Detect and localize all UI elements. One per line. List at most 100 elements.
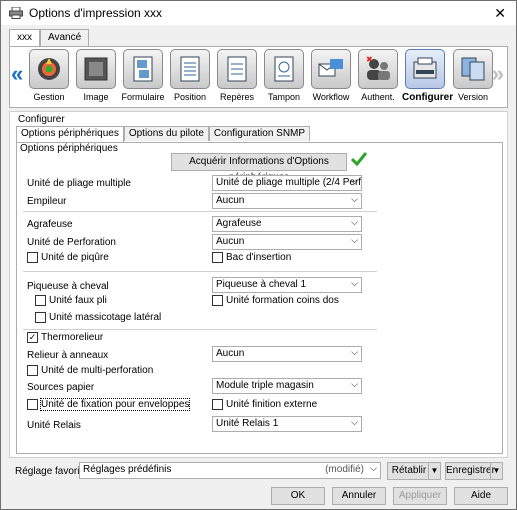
- agrafeuse-label: Agrafeuse: [27, 219, 73, 230]
- chevron-down-icon: ⌵: [351, 217, 358, 227]
- chevron-down-icon: ⌵: [351, 235, 358, 245]
- sub-tabs: Options périphériques Options du pilote …: [16, 126, 311, 142]
- modified-indicator: (modifié): [325, 464, 364, 475]
- scroll-left-icon[interactable]: «: [11, 61, 23, 87]
- aide-button[interactable]: Aide: [454, 487, 508, 505]
- scroll-right-icon[interactable]: »: [492, 61, 504, 87]
- perforation-label: Unité de Perforation: [27, 237, 116, 248]
- ribbon-item-authent[interactable]: ✖ Authent.: [355, 49, 401, 102]
- top-tabs: xxx Avancé: [9, 29, 90, 48]
- dropdown-arrow-icon[interactable]: ▼: [490, 463, 502, 479]
- checkbox-box: [212, 295, 223, 306]
- favorite-label: Réglage favori: [15, 466, 80, 477]
- agrafeuse-value: Agrafeuse: [216, 218, 262, 229]
- users-icon: ✖: [358, 49, 398, 89]
- ribbon-item-tampon[interactable]: Tampon: [261, 49, 307, 102]
- printer-config-icon: [405, 49, 445, 89]
- retablir-button[interactable]: Rétablir ▼: [387, 462, 441, 480]
- piqure-label: Unité de piqûre: [41, 252, 109, 263]
- agrafeuse-select[interactable]: Agrafeuse ⌵: [212, 216, 362, 232]
- version-icon: [453, 49, 493, 89]
- relieur-select[interactable]: Aucun ⌵: [212, 346, 362, 362]
- favorite-select[interactable]: Réglages prédéfinis (modifié) ⌵: [79, 462, 381, 479]
- finition-checkbox[interactable]: Unité finition externe: [212, 399, 317, 410]
- piqueuse-label: Piqueuse à cheval: [27, 281, 109, 292]
- pliage-value: Unité de pliage multiple (2/4 Perforati: [216, 177, 362, 188]
- divider: [23, 211, 377, 212]
- massicotage-checkbox[interactable]: Unité massicotage latéral: [35, 312, 161, 323]
- sources-label: Sources papier: [27, 382, 95, 393]
- multi-perf-checkbox[interactable]: Unité de multi-perforation: [27, 365, 153, 376]
- pliage-select[interactable]: Unité de pliage multiple (2/4 Perforati⌵: [212, 175, 362, 191]
- divider: [23, 271, 377, 272]
- svg-text:✖: ✖: [366, 55, 373, 64]
- ribbon-item-configurer[interactable]: Configurer: [402, 49, 454, 103]
- coins-dos-checkbox[interactable]: Unité formation coins dos: [212, 295, 339, 306]
- fixation-checkbox[interactable]: Unité de fixation pour enveloppes: [27, 398, 191, 411]
- bac-insertion-checkbox[interactable]: Bac d'insertion: [212, 252, 291, 263]
- ribbon-label: Configurer: [402, 92, 454, 103]
- ribbon-label: Version: [457, 92, 489, 102]
- piqueuse-value: Piqueuse à cheval 1: [216, 279, 307, 290]
- empileur-label: Empileur: [27, 196, 67, 207]
- enregistrer-button[interactable]: Enregistrer ▼: [445, 462, 503, 480]
- panel-label: Configurer: [18, 114, 65, 125]
- ribbon-label: Tampon: [267, 92, 301, 102]
- formulaire-icon: [123, 49, 163, 89]
- close-icon[interactable]: ✕: [494, 5, 506, 22]
- fixation-label: Unité de fixation pour enveloppes: [39, 398, 191, 411]
- enregistrer-label: Enregistrer: [446, 465, 495, 476]
- acquire-options-button[interactable]: Acquérir Informations d'Options périphér…: [171, 153, 347, 183]
- checkbox-box: [27, 252, 38, 263]
- sources-value: Module triple magasin: [216, 380, 314, 391]
- dropdown-arrow-icon[interactable]: ▼: [428, 463, 440, 479]
- tab-configuration-snmp[interactable]: Configuration SNMP: [208, 126, 311, 141]
- annuler-button[interactable]: Annuler: [332, 487, 386, 505]
- gestion-icon: [29, 49, 69, 89]
- checkbox-box: [212, 399, 223, 410]
- piqueuse-select[interactable]: Piqueuse à cheval 1 ⌵: [212, 277, 362, 293]
- retablir-label: Rétablir: [391, 465, 427, 476]
- window-title: Options d'impression xxx: [29, 6, 163, 20]
- chevron-down-icon: ⌵: [351, 194, 358, 204]
- chevron-down-icon: ⌵: [351, 278, 358, 288]
- position-icon: [170, 49, 210, 89]
- ribbon-label: Repères: [219, 92, 255, 102]
- ribbon-item-formulaire[interactable]: Formulaire: [120, 49, 166, 102]
- pliage-label: Unité de pliage multiple: [27, 178, 131, 189]
- ribbon-toolbar: « Gestion Image Formulaire Position Repè…: [9, 46, 508, 108]
- checkbox-box: [27, 399, 38, 410]
- ribbon-item-reperes[interactable]: Repères: [214, 49, 260, 102]
- appliquer-button[interactable]: Appliquer: [393, 487, 447, 505]
- faux-pli-checkbox[interactable]: Unité faux pli: [35, 295, 107, 306]
- perforation-select[interactable]: Aucun ⌵: [212, 234, 362, 250]
- multi-perf-label: Unité de multi-perforation: [41, 365, 154, 376]
- workflow-icon: [311, 49, 351, 89]
- tab-options-pilote[interactable]: Options du pilote: [123, 126, 209, 141]
- relieur-label: Relieur à anneaux: [27, 350, 109, 361]
- ribbon-label: Formulaire: [121, 92, 165, 102]
- print-options-window: Options d'impression xxx ✕ xxx Avancé « …: [0, 0, 517, 510]
- ribbon-label: Authent.: [361, 92, 395, 102]
- ribbon-item-gestion[interactable]: Gestion: [26, 49, 72, 102]
- tampon-icon: [264, 49, 304, 89]
- piqure-checkbox[interactable]: Unité de piqûre: [27, 252, 109, 263]
- checkbox-checked-icon: ✓: [27, 332, 38, 343]
- tab-avance[interactable]: Avancé: [40, 29, 90, 47]
- ribbon-item-workflow[interactable]: Workflow: [308, 49, 354, 102]
- ribbon-item-version[interactable]: Version: [450, 49, 496, 102]
- chevron-down-icon: ⌵: [351, 347, 358, 357]
- relais-label: Unité Relais: [27, 420, 81, 431]
- tab-options-peripheriques[interactable]: Options périphériques: [16, 126, 124, 142]
- favorite-value: Réglages prédéfinis: [83, 464, 172, 475]
- ok-button[interactable]: OK: [271, 487, 325, 505]
- ribbon-item-position[interactable]: Position: [167, 49, 213, 102]
- ribbon-label: Image: [83, 92, 109, 102]
- empileur-select[interactable]: Aucun ⌵: [212, 193, 362, 209]
- bac-insertion-label: Bac d'insertion: [226, 252, 292, 263]
- thermorelieur-checkbox[interactable]: ✓ Thermorelieur: [27, 332, 103, 343]
- sources-select[interactable]: Module triple magasin ⌵: [212, 378, 362, 394]
- relais-select[interactable]: Unité Relais 1 ⌵: [212, 416, 362, 432]
- ribbon-item-image[interactable]: Image: [73, 49, 119, 102]
- ribbon-label: Position: [173, 92, 207, 102]
